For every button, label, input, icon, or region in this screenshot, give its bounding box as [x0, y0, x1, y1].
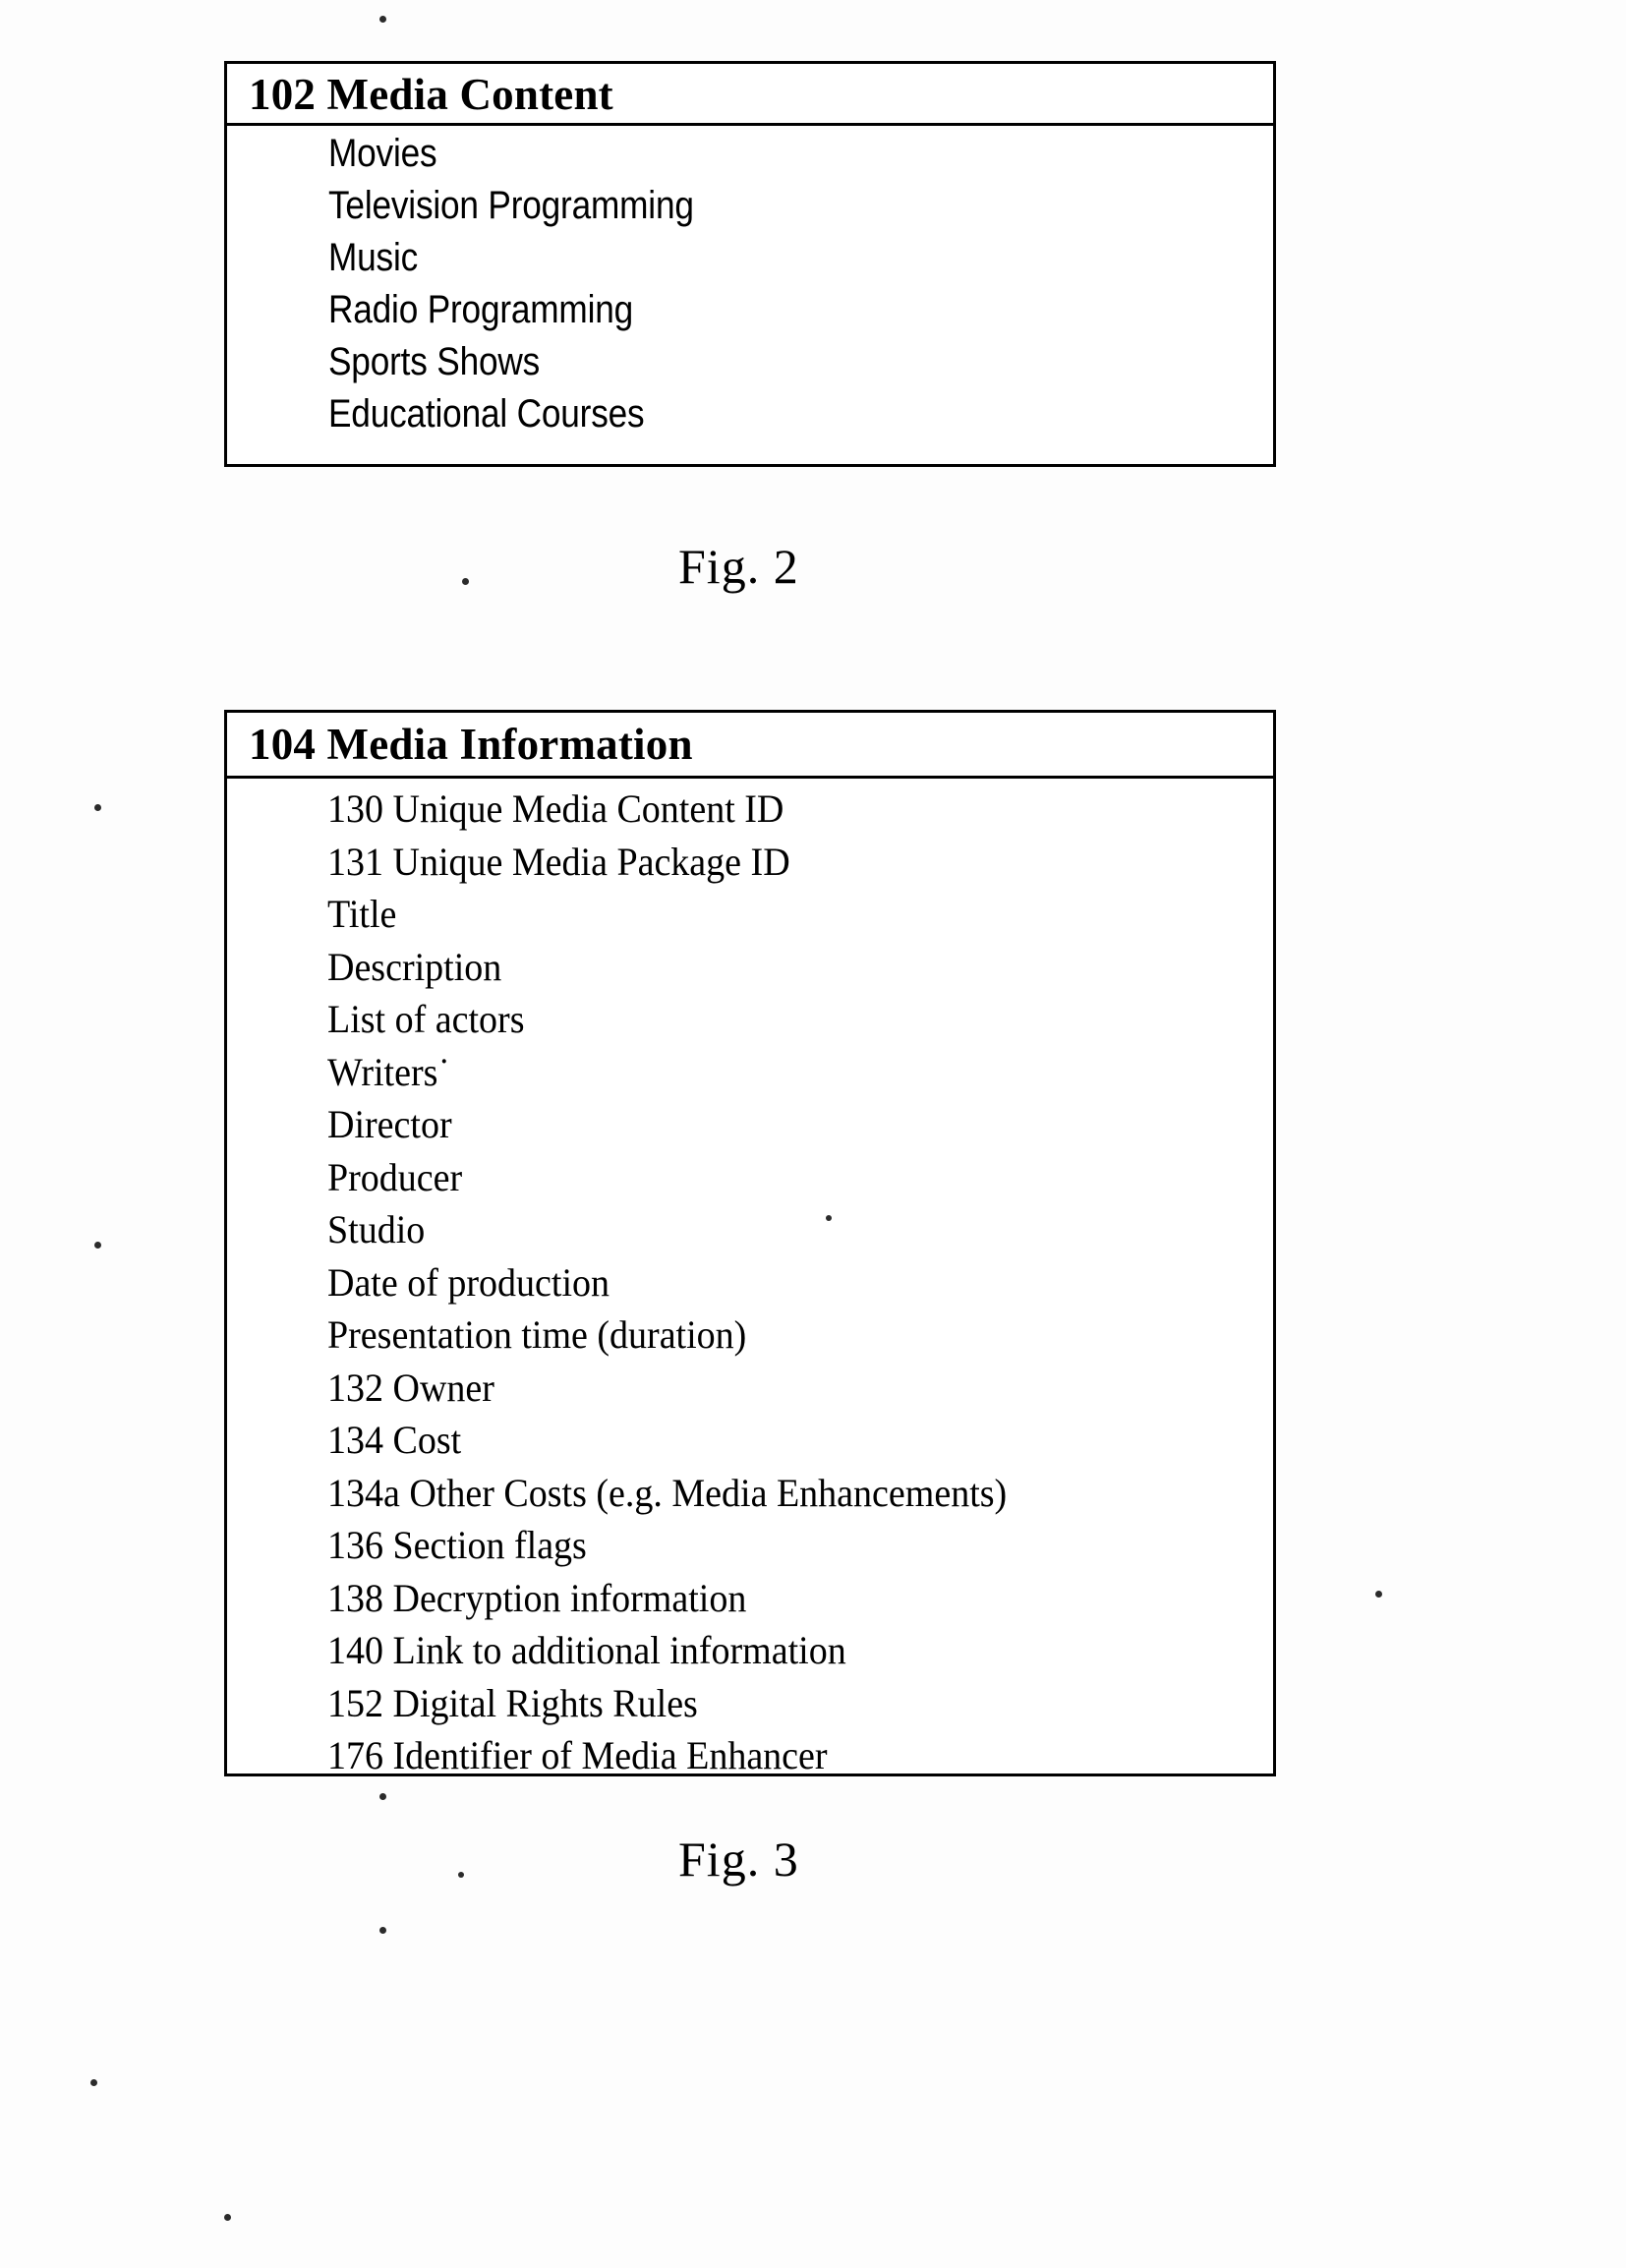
list-item: 134 Cost [327, 1418, 462, 1462]
list-item: Title [327, 892, 397, 936]
list-item: 176 Identifier of Media Enhancer [327, 1733, 828, 1777]
list-item: Movies [328, 132, 437, 175]
list-item: 132 Owner [327, 1365, 494, 1410]
list-item: List of actors [327, 997, 525, 1041]
patent-figure-page: 102 Media Content Movies Television Prog… [0, 0, 1626, 2268]
list-item: Educational Courses [328, 392, 645, 436]
list-item: Description [327, 944, 502, 989]
scan-speckle [94, 1242, 101, 1249]
scan-speckle [224, 2214, 231, 2221]
list-item: Studio [327, 1207, 426, 1251]
list-item: 138 Decryption information [327, 1575, 747, 1620]
list-item: Writers˙ [327, 1049, 451, 1094]
figure-2-box: 102 Media Content Movies Television Prog… [224, 61, 1276, 467]
list-item: Date of production [327, 1259, 610, 1305]
figure-3-box: 104 Media Information 130 Unique Media C… [224, 710, 1276, 1777]
scan-speckle [1375, 1591, 1382, 1598]
list-item: 152 Digital Rights Rules [327, 1680, 698, 1725]
list-item: Producer [327, 1154, 463, 1199]
scan-speckle [94, 804, 101, 811]
scan-speckle [826, 1215, 832, 1221]
scan-speckle [379, 16, 386, 23]
scan-speckle [379, 1927, 386, 1934]
figure-2-header: 102 Media Content [227, 64, 1273, 126]
scan-speckle [90, 2079, 97, 2086]
figure-2-caption: Fig. 2 [678, 539, 799, 594]
list-item: Presentation time (duration) [327, 1312, 747, 1357]
scan-speckle [462, 578, 469, 585]
scan-speckle [458, 1872, 464, 1878]
list-item: 131 Unique Media Package ID [327, 839, 790, 884]
list-item: Sports Shows [328, 340, 541, 383]
list-item: Director [327, 1102, 452, 1146]
figure-2-item-list: Movies Television Programming Music Radi… [227, 126, 1273, 444]
list-item: 134a Other Costs (e.g. Media Enhancement… [327, 1470, 1008, 1515]
list-item: 136 Section flags [327, 1523, 587, 1567]
list-item: Television Programming [328, 184, 694, 227]
list-item: Radio Programming [328, 288, 634, 331]
list-item: 130 Unique Media Content ID [327, 786, 784, 831]
figure-3-item-list: 130 Unique Media Content ID 131 Unique M… [227, 779, 1273, 1786]
list-item: Music [328, 236, 419, 279]
list-item: 140 Link to additional information [327, 1628, 846, 1672]
figure-3-caption: Fig. 3 [678, 1832, 799, 1887]
scan-speckle [379, 1793, 386, 1800]
figure-3-header: 104 Media Information [227, 713, 1273, 779]
